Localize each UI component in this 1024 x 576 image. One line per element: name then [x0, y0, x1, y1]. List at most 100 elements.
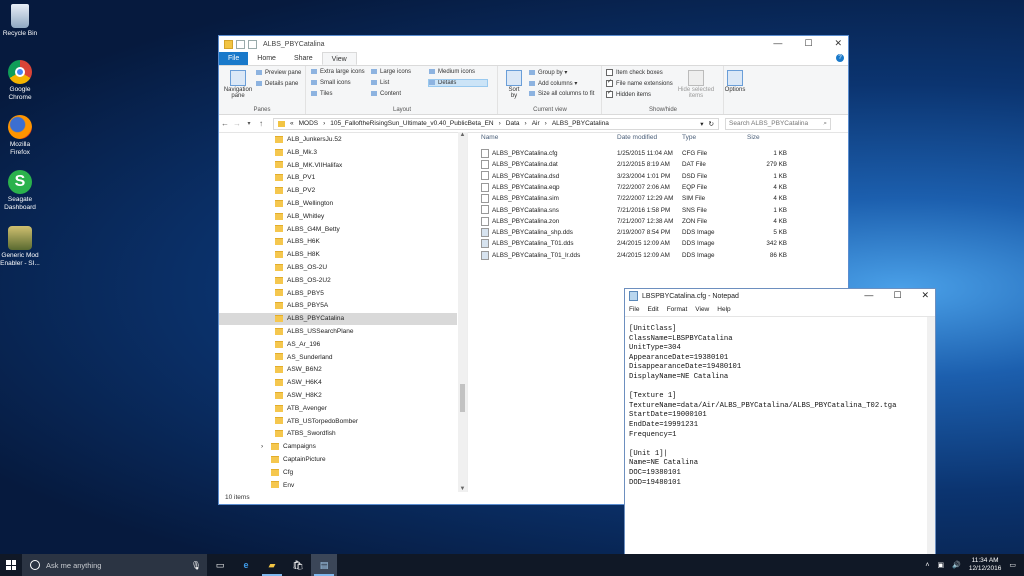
details-pane-button[interactable]: Details pane [256, 81, 298, 87]
network-icon[interactable]: ▣ [937, 561, 944, 569]
help-icon[interactable]: ? [836, 54, 844, 62]
column-header-type[interactable]: Type [682, 134, 696, 144]
nav-tree-item[interactable]: ALB_Whitley [219, 211, 457, 223]
file-row[interactable]: ALBS_PBYCatalina_T01_lr.dds 2/4/2015 12:0… [477, 250, 848, 261]
column-header-date[interactable]: Date modified [617, 134, 657, 144]
notifications-icon[interactable]: ▭ [1009, 561, 1016, 569]
file-row[interactable]: ALBS_PBYCatalina.sns 7/21/2016 1:58 PM SNS… [477, 205, 848, 216]
minimize-button[interactable]: — [773, 38, 782, 49]
desktop-icon-seagate[interactable]: S Seagate Dashboard [0, 170, 40, 212]
clock[interactable]: 11:34 AM 12/12/2016 [969, 557, 1002, 573]
task-view-icon[interactable]: ▭ [207, 554, 233, 576]
preview-pane-button[interactable]: Preview pane [256, 70, 301, 76]
item-check-checkbox[interactable] [606, 69, 613, 76]
layout-medium[interactable]: Medium icons [429, 69, 475, 75]
properties-icon[interactable] [236, 39, 245, 49]
tab-file[interactable]: File [219, 52, 249, 65]
back-arrow-icon[interactable]: ← [219, 119, 231, 128]
breadcrumb-separator[interactable]: › [323, 120, 325, 127]
scroll-up-icon[interactable]: ▲ [458, 132, 467, 138]
taskbar-search[interactable]: Ask me anything 🎙 [22, 554, 207, 576]
file-row[interactable]: ALBS_PBYCatalina.cfg 1/25/2015 11:04 AM CF… [477, 148, 848, 159]
sort-by-button[interactable]: Sort by [503, 70, 525, 99]
hide-selected-items-button[interactable]: Hide selected items [673, 70, 719, 99]
address-overflow[interactable]: « [290, 120, 294, 127]
add-columns-button[interactable]: Add columns ▾ [529, 80, 577, 87]
nav-tree-item[interactable]: ATBS_Swordfish [219, 428, 457, 440]
breadcrumb-separator[interactable]: › [525, 120, 527, 127]
group-by-button[interactable]: Group by ▾ [529, 69, 567, 76]
nav-tree-item[interactable]: AS_Sunderland [219, 352, 457, 364]
tab-share[interactable]: Share [285, 52, 322, 65]
notepad-text-area[interactable]: [UnitClass] ClassName=LBSPBYCatalina Uni… [629, 325, 925, 575]
menu-format[interactable]: Format [667, 306, 688, 313]
breadcrumb-segment[interactable]: MODS [299, 120, 319, 127]
nav-tree-item[interactable]: ALBS_OS-2U [219, 262, 457, 274]
volume-icon[interactable]: 🔊 [952, 561, 961, 569]
nav-tree-item[interactable]: ALBS_H8K [219, 249, 457, 261]
tab-view[interactable]: View [321, 52, 357, 65]
layout-large[interactable]: Large icons [371, 69, 411, 75]
nav-tree-item[interactable]: Cfg [219, 467, 457, 479]
store-icon[interactable]: 🛍 [285, 554, 311, 576]
scroll-thumb[interactable] [460, 384, 465, 412]
desktop-icon-mod-enabler[interactable]: Generic Mod Enabler - SI... [0, 226, 40, 268]
file-row[interactable]: ALBS_PBYCatalina.dsd 3/23/2004 1:01 PM DSD… [477, 171, 848, 182]
nav-tree-item[interactable]: ASW_H6K4 [219, 377, 457, 389]
file-name-extensions-toggle[interactable]: File name extensions [606, 78, 673, 87]
item-check-boxes-toggle[interactable]: Item check boxes [606, 69, 663, 76]
breadcrumb-segment[interactable]: ALBS_PBYCatalina [552, 120, 609, 127]
file-row[interactable]: ALBS_PBYCatalina_T01.dds 2/4/2015 12:09 A… [477, 238, 848, 249]
nav-tree-item[interactable]: ALB_PV1 [219, 172, 457, 184]
tab-home[interactable]: Home [248, 52, 285, 65]
nav-tree-item[interactable]: ALB_MK.VIIHalifax [219, 160, 457, 172]
options-button[interactable]: Options [723, 70, 747, 93]
breadcrumb-segment[interactable]: 105_FalloftheRisingSun_Ultimate_v0.40_Pu… [330, 120, 493, 127]
address-dropdown-icon[interactable]: ▾ [700, 120, 703, 128]
forward-arrow-icon[interactable]: → [231, 119, 243, 128]
file-row[interactable]: ALBS_PBYCatalina.zon 7/21/2007 12:38 AM ZO… [477, 216, 848, 227]
up-arrow-icon[interactable]: ↑ [255, 119, 267, 128]
nav-tree-item[interactable]: ALBS_USSearchPlane [219, 326, 457, 338]
notepad-close-button[interactable]: ✕ [921, 290, 929, 301]
nav-tree-item[interactable]: ATB_Avenger [219, 403, 457, 415]
layout-small[interactable]: Small icons [311, 80, 351, 86]
notepad-maximize-button[interactable]: ☐ [893, 290, 901, 301]
menu-file[interactable]: File [629, 306, 639, 313]
desktop-icon-recycle-bin[interactable]: Recycle Bin [0, 4, 40, 38]
menu-help[interactable]: Help [717, 306, 730, 313]
breadcrumb-segment[interactable]: Data [506, 120, 520, 127]
file-explorer-icon[interactable]: ▰ [259, 554, 285, 576]
nav-tree-item[interactable]: ASW_H8K2 [219, 390, 457, 402]
layout-details[interactable]: Details [428, 78, 488, 88]
column-header-size[interactable]: Size [747, 134, 760, 144]
close-button[interactable]: ✕ [834, 38, 842, 49]
nav-tree-item[interactable]: Env [219, 480, 457, 492]
navigation-pane-button[interactable]: Navigation pane [222, 70, 254, 99]
notepad-scrollbar[interactable] [927, 317, 935, 575]
explorer-title-bar[interactable]: ALBS_PBYCatalina — ☐ ✕ [219, 36, 848, 52]
edge-icon[interactable]: e [233, 554, 259, 576]
size-all-columns-button[interactable]: Size all columns to fit [529, 91, 594, 97]
nav-tree-item[interactable]: ALB_PV2 [219, 185, 457, 197]
maximize-button[interactable]: ☐ [804, 38, 812, 49]
start-button[interactable] [0, 554, 22, 576]
nav-tree-item[interactable]: ATB_USTorpedoBomber [219, 416, 457, 428]
breadcrumb-segment[interactable]: Air [532, 120, 540, 127]
refresh-icon[interactable]: ↻ [709, 120, 714, 128]
menu-edit[interactable]: Edit [647, 306, 658, 313]
nav-tree-item[interactable]: ALBS_PBY5A [219, 300, 457, 312]
hidden-items-checkbox[interactable] [606, 89, 613, 98]
layout-content[interactable]: Content [371, 91, 401, 97]
nav-tree-item[interactable]: ALBS_OS-2U2 [219, 275, 457, 287]
search-box[interactable]: Search ALBS_PBYCatalina ⌕ [725, 117, 831, 130]
nav-tree-item[interactable]: ALB_Wellington [219, 198, 457, 210]
hidden-items-toggle[interactable]: Hidden items [606, 89, 651, 98]
nav-tree-item[interactable]: ALBS_H6K [219, 236, 457, 248]
layout-extra-large[interactable]: Extra large icons [311, 69, 365, 75]
nav-tree-item[interactable]: ALB_JunkersJu.52 [219, 134, 457, 146]
expand-chevron-icon[interactable]: › [261, 441, 263, 453]
nav-tree-item[interactable]: › Campaigns [219, 441, 457, 453]
nav-tree-item[interactable]: ALB_Mk.3 [219, 147, 457, 159]
nav-tree-item[interactable]: CaptainPicture [219, 454, 457, 466]
